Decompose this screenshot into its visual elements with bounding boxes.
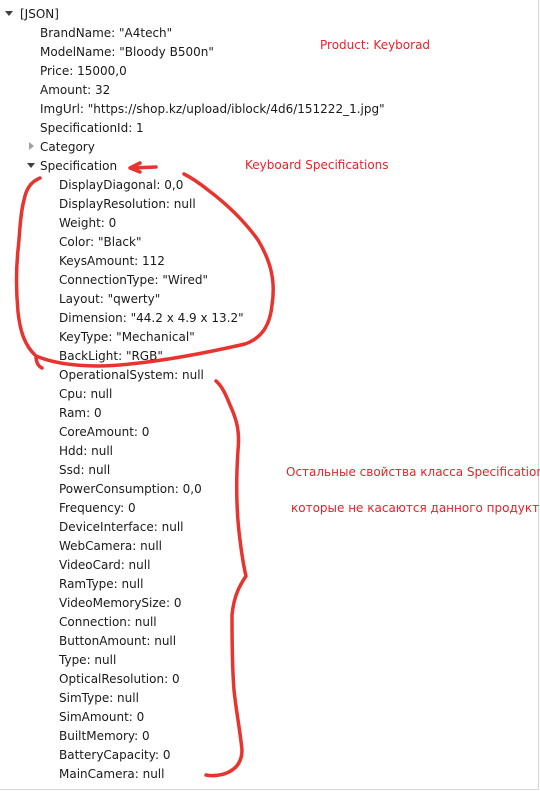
tree-item-weight[interactable]: Weight: 0 (59, 214, 116, 233)
tree-item-maincamera[interactable]: MainCamera: null (59, 765, 164, 784)
tree-item-type[interactable]: Type: null (59, 651, 116, 670)
tree-node-category[interactable]: Category (40, 138, 95, 157)
tree-item-ram[interactable]: Ram: 0 (59, 404, 102, 423)
other-specs-bracket (204, 379, 248, 778)
tree-item-connection[interactable]: Connection: null (59, 613, 157, 632)
tree-item-layout[interactable]: Layout: "qwerty" (59, 290, 160, 309)
tree-item-dimension[interactable]: Dimension: "44.2 x 4.9 x 13.2" (59, 309, 244, 328)
tree-item-webcamera[interactable]: WebCamera: null (59, 537, 162, 556)
collapsed-arrow-icon[interactable] (29, 142, 34, 150)
json-tree-view: [JSON] BrandName: "A4tech" ModelName: "B… (0, 0, 540, 790)
arrow-icon (130, 165, 158, 170)
tree-node-specification[interactable]: Specification (40, 157, 117, 176)
tree-item-builtmemory[interactable]: BuiltMemory: 0 (59, 727, 150, 746)
tree-item-ramtype[interactable]: RamType: null (59, 575, 143, 594)
tree-item-videomemorysize[interactable]: VideoMemorySize: 0 (59, 594, 182, 613)
tree-item-hdd[interactable]: Hdd: null (59, 442, 113, 461)
arrow-head-icon (128, 161, 142, 174)
tree-item-keysamount[interactable]: KeysAmount: 112 (59, 252, 165, 271)
tree-item-opticalresolution[interactable]: OpticalResolution: 0 (59, 670, 180, 689)
tree-item-powerconsumption[interactable]: PowerConsumption: 0,0 (59, 480, 202, 499)
annotation-other-specs-line1: Остальные свойства класса Specification (286, 465, 540, 479)
tree-root-node[interactable]: [JSON] (20, 5, 59, 24)
expand-arrow-icon[interactable] (5, 11, 13, 16)
tree-item-amount[interactable]: Amount: 32 (40, 81, 110, 100)
tree-item-displaydiagonal[interactable]: DisplayDiagonal: 0,0 (59, 176, 183, 195)
tree-item-modelname[interactable]: ModelName: "Bloody B500n" (40, 43, 214, 62)
tree-item-batterycapacity[interactable]: BatteryCapacity: 0 (59, 746, 170, 765)
tree-item-buttonamount[interactable]: ButtonAmount: null (59, 632, 176, 651)
tree-item-videocard[interactable]: VideoCard: null (59, 556, 150, 575)
tree-item-coreamount[interactable]: CoreAmount: 0 (59, 423, 149, 442)
tree-item-frequency[interactable]: Frequency: 0 (59, 499, 136, 518)
annotation-other-specs-line2: которые не касаются данного продукта (291, 501, 540, 515)
tree-item-simtype[interactable]: SimType: null (59, 689, 139, 708)
annotation-keyboard-specs: Keyboard Specifications (245, 158, 389, 172)
annotation-product: Product: Keyborad (320, 38, 431, 52)
tree-item-specificationid[interactable]: SpecificationId: 1 (40, 119, 144, 138)
tree-item-cpu[interactable]: Cpu: null (59, 385, 112, 404)
tree-item-simamount[interactable]: SimAmount: 0 (59, 708, 144, 727)
tree-item-color[interactable]: Color: "Black" (59, 233, 141, 252)
tree-item-keytype[interactable]: KeyType: "Mechanical" (59, 328, 195, 347)
tree-item-deviceinterface[interactable]: DeviceInterface: null (59, 518, 184, 537)
expand-arrow-icon[interactable] (27, 163, 35, 168)
tree-item-imgurl[interactable]: ImgUrl: "https://shop.kz/upload/iblock/4… (40, 100, 385, 119)
tree-item-ssd[interactable]: Ssd: null (59, 461, 110, 480)
tree-item-brandname[interactable]: BrandName: "A4tech" (40, 24, 172, 43)
tree-item-backlight[interactable]: BackLight: "RGB" (59, 347, 163, 366)
tree-item-operationalsystem[interactable]: OperationalSystem: null (59, 366, 204, 385)
tree-item-price[interactable]: Price: 15000,0 (40, 62, 127, 81)
tree-item-connectiontype[interactable]: ConnectionType: "Wired" (59, 271, 208, 290)
tree-item-displayresolution[interactable]: DisplayResolution: null (59, 195, 196, 214)
